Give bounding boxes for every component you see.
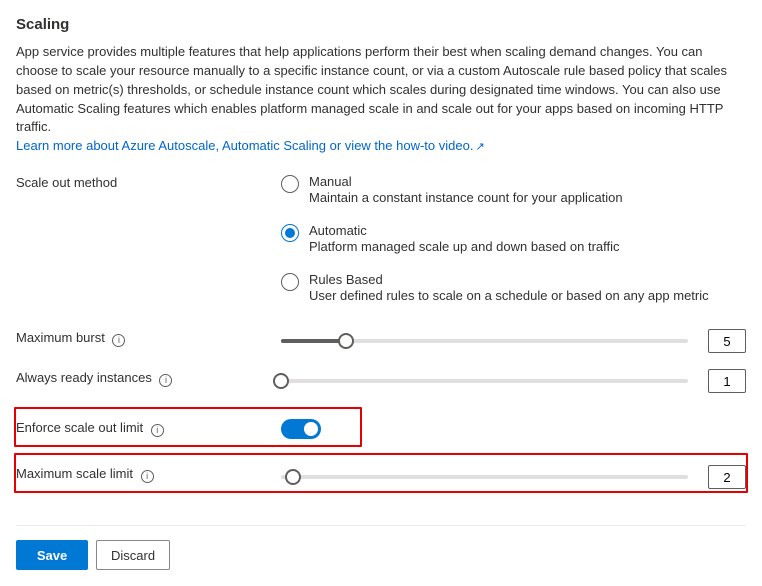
footer-actions: Save Discard bbox=[16, 525, 746, 570]
slider-thumb[interactable] bbox=[338, 333, 354, 349]
save-button[interactable]: Save bbox=[16, 540, 88, 570]
slider-thumb[interactable] bbox=[285, 469, 301, 485]
enforce-limit-row: Enforce scale out limit i bbox=[16, 409, 746, 449]
enforce-limit-toggle[interactable] bbox=[281, 419, 321, 439]
info-icon[interactable]: i bbox=[112, 334, 125, 347]
always-ready-row: Always ready instances i bbox=[16, 369, 746, 393]
info-icon[interactable]: i bbox=[159, 374, 172, 387]
learn-more-link[interactable]: Learn more about Azure Autoscale, Automa… bbox=[16, 138, 485, 153]
discard-button[interactable]: Discard bbox=[96, 540, 170, 570]
description-block: App service provides multiple features t… bbox=[16, 43, 746, 156]
slider-thumb[interactable] bbox=[273, 373, 289, 389]
always-ready-label: Always ready instances bbox=[16, 370, 152, 385]
max-scale-limit-label: Maximum scale limit bbox=[16, 466, 133, 481]
info-icon[interactable]: i bbox=[141, 470, 154, 483]
radio-desc: Maintain a constant instance count for y… bbox=[309, 190, 623, 205]
maximum-burst-label: Maximum burst bbox=[16, 330, 105, 345]
external-link-icon: ↗ bbox=[475, 141, 484, 153]
radio-icon bbox=[281, 175, 299, 193]
radio-icon bbox=[281, 224, 299, 242]
radio-option-automatic[interactable]: Automatic Platform managed scale up and … bbox=[281, 223, 709, 254]
enforce-limit-label: Enforce scale out limit bbox=[16, 420, 143, 435]
max-scale-limit-input[interactable] bbox=[708, 465, 746, 489]
scale-out-method-label: Scale out method bbox=[16, 175, 117, 190]
info-icon[interactable]: i bbox=[151, 424, 164, 437]
description-text: App service provides multiple features t… bbox=[16, 44, 727, 134]
radio-label: Manual bbox=[309, 174, 623, 189]
radio-desc: User defined rules to scale on a schedul… bbox=[309, 288, 709, 303]
scale-out-radio-group: Manual Maintain a constant instance coun… bbox=[281, 174, 709, 303]
radio-desc: Platform managed scale up and down based… bbox=[309, 239, 620, 254]
always-ready-slider[interactable] bbox=[281, 379, 688, 383]
radio-option-manual[interactable]: Manual Maintain a constant instance coun… bbox=[281, 174, 709, 205]
maximum-burst-slider[interactable] bbox=[281, 339, 688, 343]
page-heading: Scaling bbox=[16, 16, 746, 33]
slider-fill bbox=[281, 339, 346, 343]
scale-out-method-row: Scale out method Manual Maintain a const… bbox=[16, 174, 746, 303]
radio-option-rules[interactable]: Rules Based User defined rules to scale … bbox=[281, 272, 709, 303]
maximum-burst-input[interactable] bbox=[708, 329, 746, 353]
radio-label: Automatic bbox=[309, 223, 620, 238]
always-ready-input[interactable] bbox=[708, 369, 746, 393]
maximum-burst-row: Maximum burst i bbox=[16, 329, 746, 353]
max-scale-limit-slider[interactable] bbox=[281, 475, 688, 479]
max-scale-limit-row: Maximum scale limit i bbox=[16, 455, 746, 499]
radio-icon bbox=[281, 273, 299, 291]
radio-label: Rules Based bbox=[309, 272, 709, 287]
toggle-knob bbox=[304, 422, 318, 436]
